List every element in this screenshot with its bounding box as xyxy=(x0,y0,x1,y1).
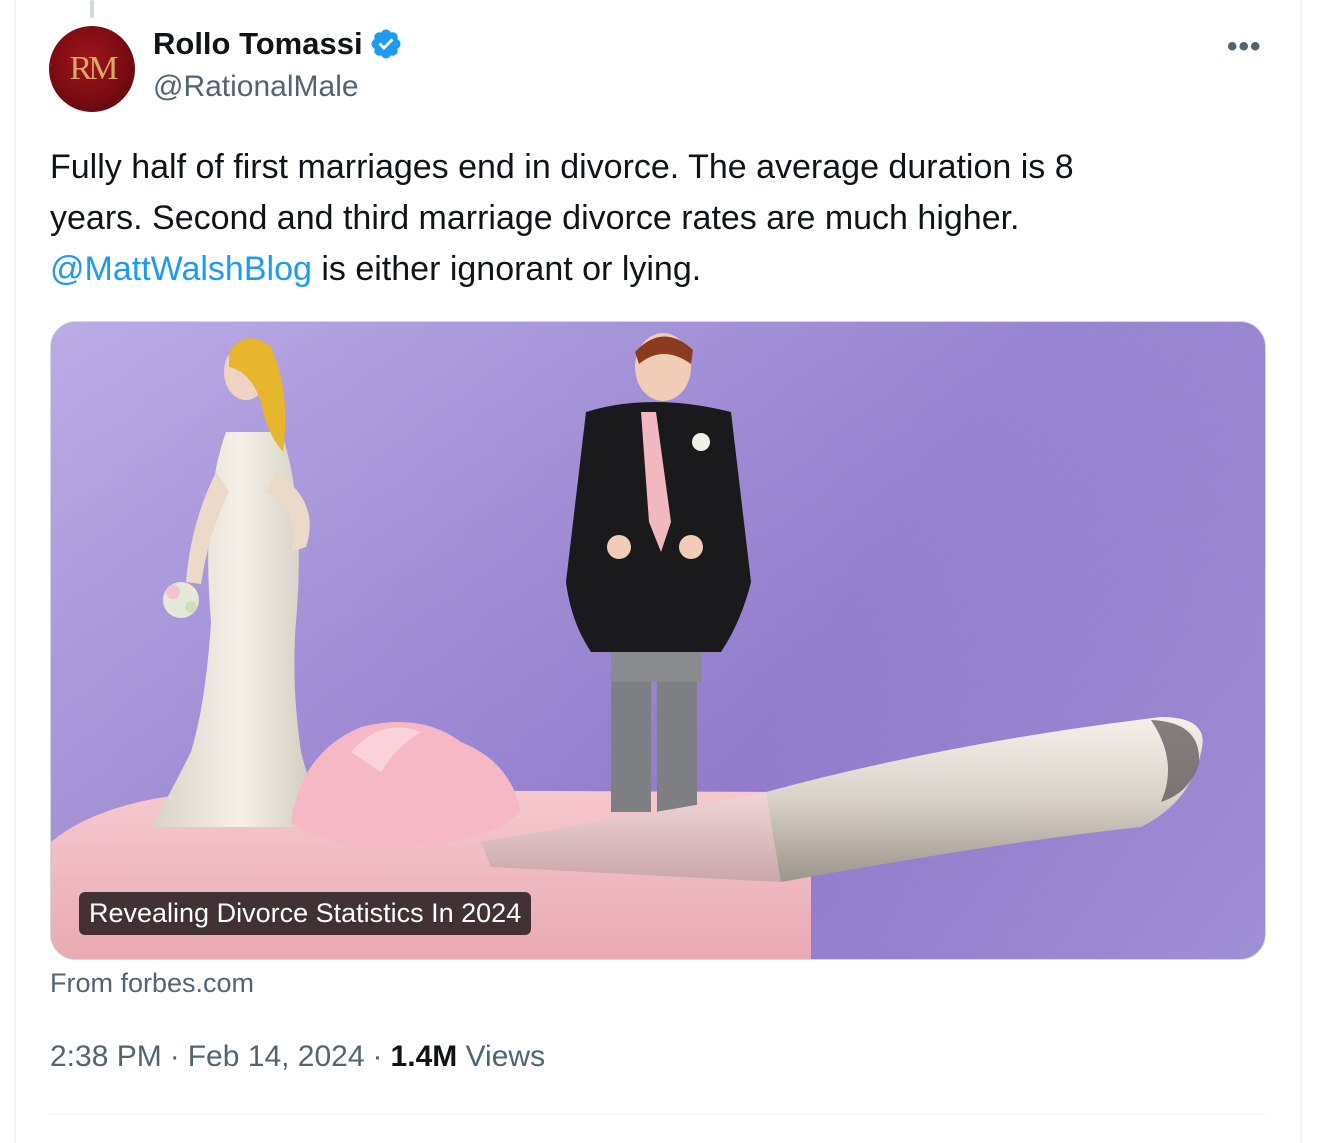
verified-badge-icon xyxy=(371,29,401,59)
mention-link[interactable]: @MattWalshBlog xyxy=(50,250,312,288)
author-handle[interactable]: @RationalMale xyxy=(153,70,359,104)
card-title[interactable]: Revealing Divorce Statistics In 2024 xyxy=(79,892,532,935)
views[interactable]: 1.4M Views xyxy=(391,1040,546,1074)
tweet-text-line-3-rest: is either ignorant or lying. xyxy=(311,250,702,288)
divider xyxy=(50,1114,1266,1115)
tweet-time[interactable]: 2:38 PM xyxy=(50,1040,162,1074)
tweet-text-line-2: years. Second and third marriage divorce… xyxy=(50,199,1020,237)
tweet-metadata: 2:38 PM · Feb 14, 2024 · 1.4M Views xyxy=(50,1040,545,1074)
timeline-border-right xyxy=(1300,0,1302,1143)
tweet-text: Fully half of first marriages end in div… xyxy=(50,142,1270,295)
tweet-date[interactable]: Feb 14, 2024 xyxy=(188,1040,365,1074)
timeline-border-left xyxy=(14,0,16,1143)
meta-separator-2: · xyxy=(372,1040,383,1073)
tweet-text-line-3: @MattWalshBlog is either ignorant or lyi… xyxy=(50,244,1270,295)
avatar[interactable]: RM xyxy=(49,26,135,112)
views-label: Views xyxy=(465,1040,546,1073)
avatar-initials: RM xyxy=(69,50,119,87)
card-source-link[interactable]: From forbes.com xyxy=(50,968,254,999)
wedding-cake-topper-illustration xyxy=(51,322,1265,959)
link-card-image[interactable]: Revealing Divorce Statistics In 2024 xyxy=(50,321,1266,960)
meta-separator-1: · xyxy=(169,1040,180,1073)
author-display-name[interactable]: Rollo Tomassi xyxy=(153,26,403,62)
tweet-text-line-1: Fully half of first marriages end in div… xyxy=(50,148,1074,186)
views-count: 1.4M xyxy=(390,1040,458,1073)
more-horizontal-icon[interactable]: ••• xyxy=(1227,30,1262,64)
thread-connector-line xyxy=(90,0,94,18)
display-name-text: Rollo Tomassi xyxy=(153,26,363,61)
